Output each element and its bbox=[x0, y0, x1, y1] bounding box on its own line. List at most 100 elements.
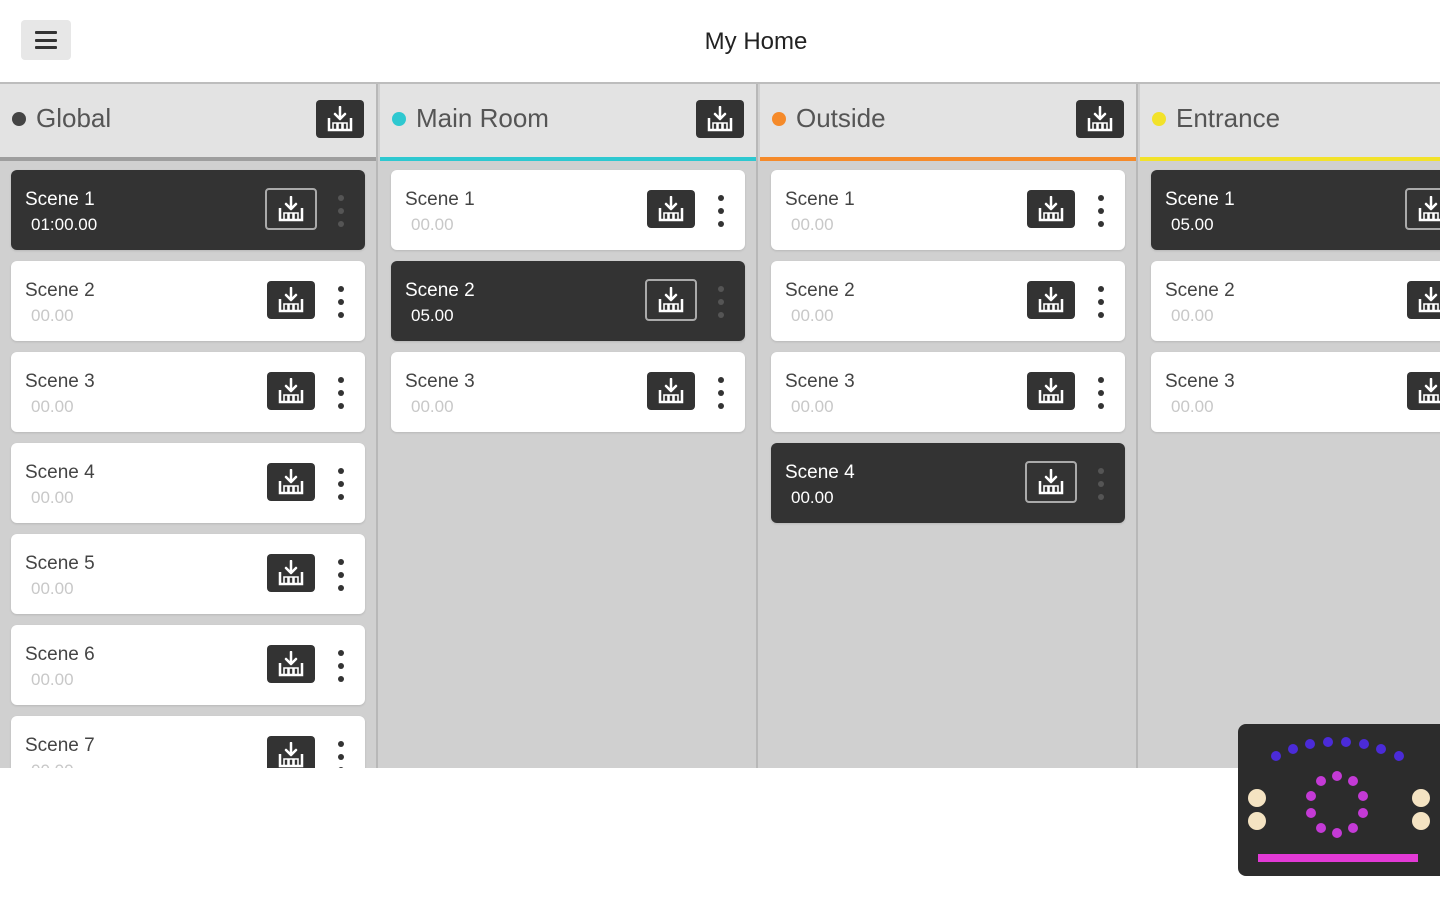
more-vert-icon[interactable] bbox=[333, 286, 349, 318]
more-vert-icon[interactable] bbox=[1093, 195, 1109, 227]
zone-color-dot bbox=[12, 112, 26, 126]
scene-recall-button[interactable] bbox=[267, 645, 315, 683]
scene-fade-time: 00.00 bbox=[31, 670, 74, 689]
zone-header: Main Room bbox=[380, 84, 756, 157]
scene-recall-button[interactable] bbox=[647, 190, 695, 228]
zone-header: Entrance bbox=[1140, 84, 1440, 157]
zone-column: Global Scene 1 01:00.00 Scene 2 00.00 Scene 3… bbox=[0, 84, 378, 768]
scene-fade-time: 00.00 bbox=[31, 397, 74, 416]
download-tray-icon bbox=[1038, 378, 1064, 404]
more-vert-icon[interactable] bbox=[713, 195, 729, 227]
scene-recall-button[interactable] bbox=[267, 372, 315, 410]
scene-list: Scene 1 00.00 Scene 2 05.00 Scene 3 00.00 bbox=[380, 161, 756, 432]
more-vert-icon[interactable] bbox=[1093, 286, 1109, 318]
scene-recall-button[interactable] bbox=[1027, 372, 1075, 410]
scene-card-active[interactable]: Scene 4 00.00 bbox=[771, 443, 1125, 523]
download-tray-icon bbox=[1038, 287, 1064, 313]
download-tray-icon bbox=[658, 378, 684, 404]
scene-recall-button[interactable] bbox=[1407, 372, 1440, 410]
zone-column: Outside Scene 1 00.00 Scene 2 00.00 Scene 3 00… bbox=[760, 84, 1138, 768]
scene-card-active[interactable]: Scene 1 05.00 bbox=[1151, 170, 1440, 250]
scene-name: Scene 2 bbox=[25, 280, 95, 301]
scene-recall-button[interactable] bbox=[267, 281, 315, 319]
scene-name: Scene 1 bbox=[405, 189, 475, 210]
more-vert-icon[interactable] bbox=[713, 286, 729, 318]
download-tray-icon bbox=[707, 106, 733, 132]
scene-name: Scene 1 bbox=[1165, 189, 1235, 210]
scene-recall-button[interactable] bbox=[645, 279, 697, 321]
scene-card-active[interactable]: Scene 2 05.00 bbox=[391, 261, 745, 341]
scene-card[interactable]: Scene 3 00.00 bbox=[1151, 352, 1440, 432]
scene-card[interactable]: Scene 2 00.00 bbox=[1151, 261, 1440, 341]
scene-card[interactable]: Scene 2 00.00 bbox=[11, 261, 365, 341]
scene-fade-time: 05.00 bbox=[411, 306, 454, 325]
scene-fade-time: 00.00 bbox=[791, 488, 834, 507]
scene-card[interactable]: Scene 1 00.00 bbox=[391, 170, 745, 250]
scene-recall-button[interactable] bbox=[265, 188, 317, 230]
download-tray-icon bbox=[278, 560, 304, 586]
scene-card[interactable]: Scene 3 00.00 bbox=[11, 352, 365, 432]
scene-recall-button[interactable] bbox=[1027, 190, 1075, 228]
scene-recall-button[interactable] bbox=[267, 463, 315, 501]
zone-color-dot bbox=[392, 112, 406, 126]
zone-name: Global bbox=[36, 103, 112, 133]
scene-card-active[interactable]: Scene 1 01:00.00 bbox=[11, 170, 365, 250]
scene-recall-button[interactable] bbox=[1025, 461, 1077, 503]
zone-recall-button[interactable] bbox=[1076, 100, 1124, 138]
scene-recall-button[interactable] bbox=[647, 372, 695, 410]
scene-card[interactable]: Scene 4 00.00 bbox=[11, 443, 365, 523]
scene-name: Scene 4 bbox=[25, 462, 95, 483]
zone-recall-button[interactable] bbox=[316, 100, 364, 138]
stage-preview[interactable] bbox=[1238, 724, 1440, 876]
scene-fade-time: 00.00 bbox=[31, 306, 74, 325]
download-tray-icon bbox=[658, 287, 684, 313]
scene-recall-button[interactable] bbox=[1407, 281, 1440, 319]
zone-column: Entrance Scene 1 05.00 Scene 2 00.00 Scene 3 0… bbox=[1140, 84, 1440, 768]
more-vert-icon[interactable] bbox=[333, 195, 349, 227]
scene-card[interactable]: Scene 1 00.00 bbox=[771, 170, 1125, 250]
download-tray-icon bbox=[278, 469, 304, 495]
more-vert-icon[interactable] bbox=[333, 559, 349, 591]
scene-recall-button[interactable] bbox=[1405, 188, 1440, 230]
scene-card[interactable]: Scene 3 00.00 bbox=[391, 352, 745, 432]
scene-card[interactable]: Scene 7 00.00 bbox=[11, 716, 365, 768]
more-vert-icon[interactable] bbox=[333, 377, 349, 409]
scene-name: Scene 5 bbox=[25, 553, 95, 574]
download-tray-icon bbox=[278, 378, 304, 404]
zone-recall-button[interactable] bbox=[696, 100, 744, 138]
scene-fade-time: 00.00 bbox=[31, 761, 74, 768]
scene-card[interactable]: Scene 3 00.00 bbox=[771, 352, 1125, 432]
more-vert-icon[interactable] bbox=[333, 741, 349, 768]
scene-name: Scene 2 bbox=[1165, 280, 1235, 301]
scene-card[interactable]: Scene 6 00.00 bbox=[11, 625, 365, 705]
download-tray-icon bbox=[278, 651, 304, 677]
scene-card[interactable]: Scene 2 00.00 bbox=[771, 261, 1125, 341]
scene-name: Scene 6 bbox=[25, 644, 95, 665]
scene-fade-time: 00.00 bbox=[411, 215, 454, 234]
scene-card[interactable]: Scene 5 00.00 bbox=[11, 534, 365, 614]
more-vert-icon[interactable] bbox=[333, 468, 349, 500]
more-vert-icon[interactable] bbox=[333, 650, 349, 682]
more-vert-icon[interactable] bbox=[713, 377, 729, 409]
scene-recall-button[interactable] bbox=[1027, 281, 1075, 319]
download-tray-icon bbox=[278, 287, 304, 313]
scene-name: Scene 1 bbox=[785, 189, 855, 210]
scene-fade-time: 00.00 bbox=[1171, 306, 1214, 325]
more-vert-icon[interactable] bbox=[1093, 377, 1109, 409]
scene-fade-time: 00.00 bbox=[1171, 397, 1214, 416]
download-tray-icon bbox=[278, 196, 304, 222]
scene-fade-time: 00.00 bbox=[791, 215, 834, 234]
zone-name: Entrance bbox=[1176, 103, 1281, 133]
scene-recall-button[interactable] bbox=[267, 736, 315, 768]
more-vert-icon[interactable] bbox=[1093, 468, 1109, 500]
scene-recall-button[interactable] bbox=[267, 554, 315, 592]
scene-board: Global Scene 1 01:00.00 Scene 2 00.00 Scene 3… bbox=[0, 84, 1440, 768]
scene-fade-time: 05.00 bbox=[1171, 215, 1214, 234]
scene-name: Scene 4 bbox=[785, 462, 855, 483]
scene-fade-time: 00.00 bbox=[791, 397, 834, 416]
download-tray-icon bbox=[1418, 287, 1440, 313]
scene-name: Scene 7 bbox=[25, 735, 95, 756]
download-tray-icon bbox=[1038, 196, 1064, 222]
scene-fade-time: 00.00 bbox=[411, 397, 454, 416]
download-tray-icon bbox=[1087, 106, 1113, 132]
